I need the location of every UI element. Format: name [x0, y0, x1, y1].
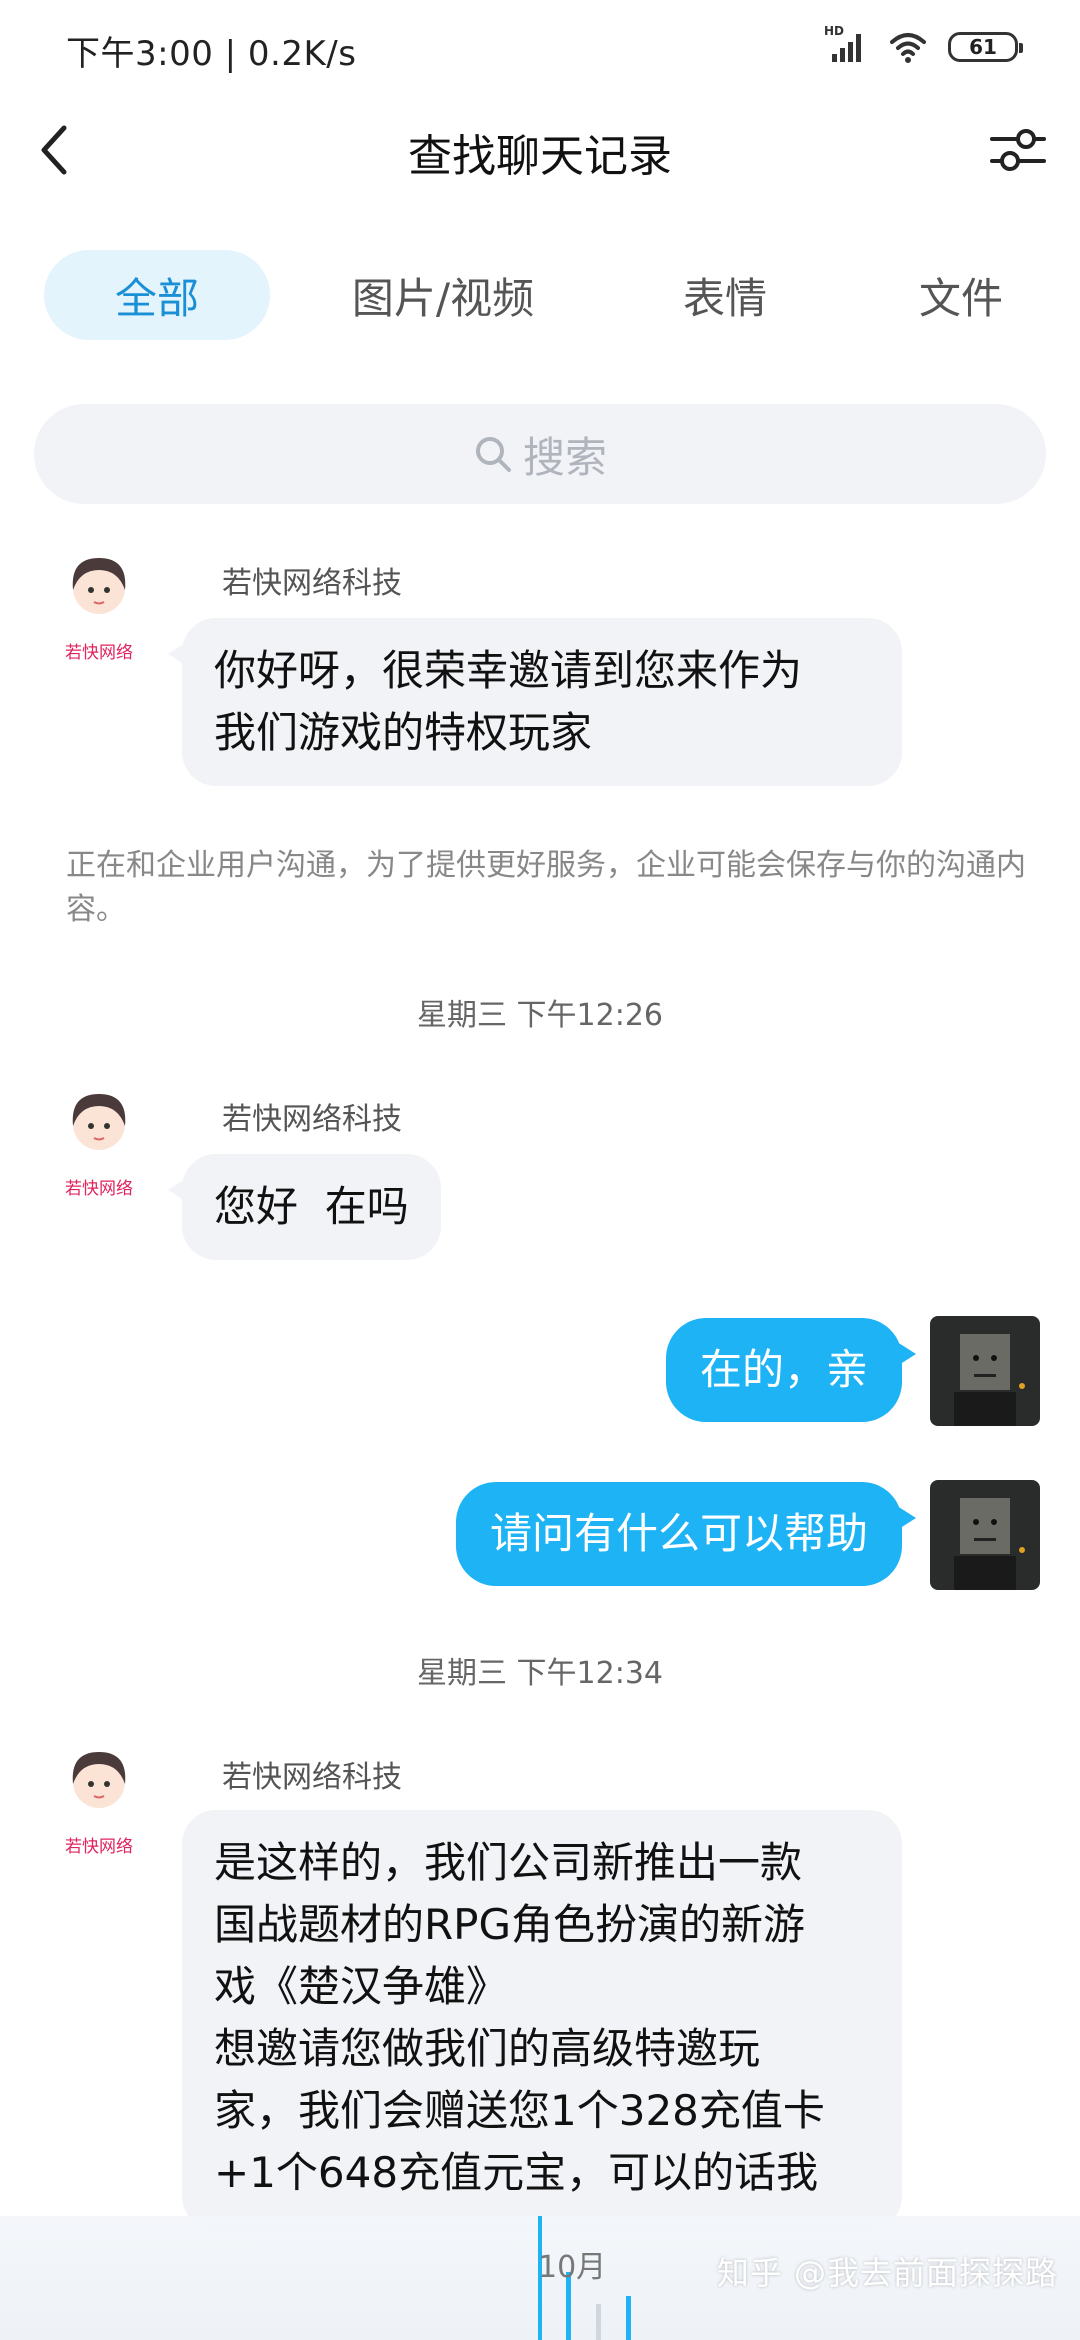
wifi-icon	[888, 30, 928, 64]
timeline-scrubber[interactable]: 10月 知乎 @我去前面探探路	[0, 2216, 1080, 2340]
status-time-speed: 下午3:00 | 0.2K/s	[66, 34, 357, 74]
message-bubble[interactable]: 你好呀，很荣幸邀请到您来作为 我们游戏的特权玩家	[168, 618, 902, 786]
nav-bar: 查找聊天记录	[0, 100, 1080, 200]
avatar-label: 若快网络	[65, 643, 133, 663]
avatar[interactable]: 若快网络	[56, 1088, 142, 1199]
message-bubble[interactable]: 是这样的，我们公司新推出一款 国战题材的RPG角色扮演的新游 戏《楚汉争雄》 想…	[182, 1810, 902, 2230]
message-text: 是这样的，我们公司新推出一款	[214, 1838, 803, 1887]
avatar[interactable]: 若快网络	[56, 552, 142, 663]
category-tabs: 全部 图片/视频 表情 文件	[0, 250, 1080, 340]
timestamp: 星期三 下午12:34	[417, 1656, 663, 1691]
message-text: 想邀请您做我们的高级特邀玩	[214, 2024, 761, 2073]
page-title: 查找聊天记录	[408, 131, 672, 182]
battery-level: 61	[969, 35, 997, 59]
filter-button[interactable]	[986, 118, 1050, 182]
message-text: 家，我们会赠送您1个328充值卡	[214, 2086, 825, 2135]
timeline-month: 10月	[538, 2250, 607, 2285]
tab-stickers[interactable]: 表情	[640, 250, 810, 340]
sliders-icon	[990, 129, 1046, 171]
sender-name: 若快网络科技	[222, 1760, 402, 1795]
message-bubble[interactable]: 请问有什么可以帮助	[455, 1482, 916, 1586]
sender-name: 若快网络科技	[222, 1102, 402, 1137]
message-text: 我们游戏的特权玩家	[214, 708, 593, 757]
watermark: 知乎 @我去前面探探路	[716, 2254, 1058, 2292]
tab-files[interactable]: 文件	[876, 250, 1046, 340]
avatar-label: 若快网络	[65, 1837, 133, 1857]
signal-icon: HD	[824, 24, 868, 64]
tab-all[interactable]: 全部	[44, 250, 270, 340]
message-text: 在的，亲	[699, 1345, 868, 1394]
message-text: 请问有什么可以帮助	[489, 1509, 868, 1558]
avatar[interactable]	[930, 1316, 1040, 1426]
message-text: 你好呀，很荣幸邀请到您来作为	[214, 646, 803, 695]
message-text: 您好 在吗	[214, 1182, 409, 1231]
avatar-label: 若快网络	[65, 1179, 133, 1199]
message-text: 戏《楚汉争雄》	[214, 1962, 509, 2011]
search-input[interactable]: 搜索	[34, 404, 1046, 504]
message-text: 国战题材的RPG角色扮演的新游	[214, 1900, 806, 1949]
sender-name: 若快网络科技	[222, 566, 402, 601]
timestamp: 星期三 下午12:26	[417, 998, 663, 1033]
avatar[interactable]: 若快网络	[56, 1746, 142, 1857]
search-placeholder: 搜索	[522, 432, 607, 482]
battery-icon: 61	[948, 32, 1023, 62]
avatar[interactable]	[930, 1480, 1040, 1590]
tab-images-videos[interactable]: 图片/视频	[330, 250, 556, 340]
message-bubble[interactable]: 您好 在吗	[168, 1154, 441, 1260]
message-bubble[interactable]: 在的，亲	[665, 1318, 916, 1422]
message-text: +1个648充值元宝，可以的话我	[214, 2148, 819, 2197]
status-bar: 下午3:00 | 0.2K/s HD 61	[0, 0, 1080, 100]
search-icon	[475, 437, 511, 472]
enterprise-notice: 正在和企业用户沟通，为了提供更好服务，企业可能会保存与你的沟通内容。	[66, 848, 1026, 927]
status-icons: HD 61	[824, 24, 1023, 64]
